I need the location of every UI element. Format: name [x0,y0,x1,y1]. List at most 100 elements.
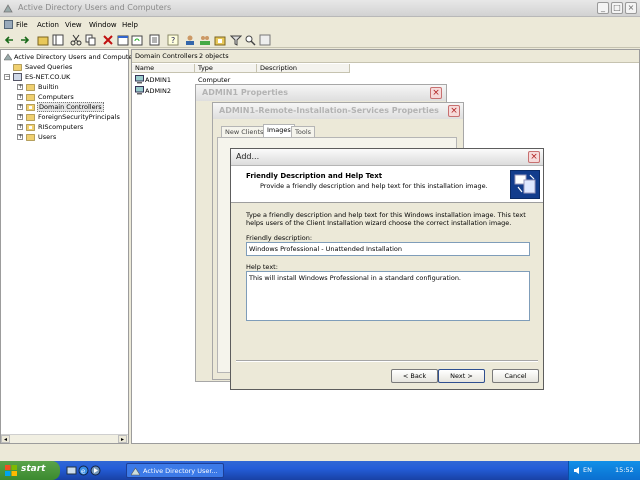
tree-root-label: Active Directory Users and Computers [14,53,139,61]
expand-icon[interactable]: + [17,124,23,130]
refresh-icon[interactable] [131,34,143,46]
clock[interactable]: 15:52 [615,466,634,474]
cut-icon[interactable] [70,34,82,46]
internet-explorer-icon[interactable]: e [78,465,89,476]
close-icon[interactable]: × [528,151,540,163]
list-item-type: Computer [198,76,231,84]
menu-file[interactable]: File [16,21,28,29]
expand-icon[interactable]: + [17,84,23,90]
computer-icon [135,86,144,95]
close-button[interactable]: × [625,2,637,14]
start-label: start [21,464,46,474]
wizard-header: Friendly Description and Help Text Provi… [231,166,543,203]
delete-icon[interactable] [102,34,114,46]
column-header-name[interactable]: Name [132,64,195,73]
add-image-dialog: Add... × Friendly Description and Help T… [230,148,544,390]
scroll-left-icon[interactable]: ◂ [1,435,10,443]
ou-folder-icon [26,104,35,111]
new-ou-icon[interactable] [214,34,226,46]
column-header-description[interactable]: Description [257,64,350,73]
expand-icon[interactable]: + [17,94,23,100]
language-indicator[interactable]: EN [583,466,592,474]
dialog-caption: ADMIN1 Properties × [196,85,446,101]
show-desktop-icon[interactable] [66,465,77,476]
menu-window[interactable]: Window [89,21,117,29]
button-separator [236,360,538,362]
help-icon[interactable]: ? [167,34,179,46]
back-arrow-icon[interactable] [4,34,16,46]
active-directory-icon [4,53,12,61]
properties-icon[interactable] [117,34,129,46]
tree-item-label: RIScomputers [38,123,84,131]
folder-icon [26,84,35,91]
help-text-label: Help text: [246,263,278,271]
folder-icon [26,94,35,101]
folder-icon [13,64,22,71]
tree-item-label: ES-NET.CO.UK [25,73,71,81]
expand-icon[interactable]: + [17,114,23,120]
list-item-name: ADMIN2 [145,87,171,95]
next-button[interactable]: Next > [438,369,485,383]
filter-icon[interactable] [230,34,242,46]
friendly-description-input[interactable] [246,242,530,256]
copy-icon[interactable] [85,34,97,46]
wizard-header-title: Friendly Description and Help Text [246,172,383,180]
forward-arrow-icon[interactable] [18,34,30,46]
active-directory-icon [131,467,140,476]
menu-help[interactable]: Help [122,21,138,29]
media-player-icon[interactable] [90,465,101,476]
tree-item-label: ForeignSecurityPrincipals [38,113,120,121]
tree-item-label: Computers [38,93,74,101]
maximize-button[interactable]: □ [611,2,623,14]
windows-flag-icon [5,465,17,476]
toolbar: ? [0,32,640,48]
new-user-icon[interactable] [184,34,196,46]
back-button[interactable]: < Back [391,369,438,383]
tab-tools[interactable]: Tools [291,126,316,137]
tree-item-label: Users [38,133,57,141]
list-item-name: ADMIN1 [145,76,171,84]
help-text-input[interactable]: This will install Windows Professional i… [246,271,530,321]
cancel-button[interactable]: Cancel [492,369,539,383]
computer-icon [135,75,144,84]
close-icon[interactable]: × [430,87,442,99]
svg-text:?: ? [171,36,175,45]
volume-icon[interactable] [573,466,581,475]
add-to-group-icon[interactable] [259,34,271,46]
main-title-bar: Active Directory Users and Computers _ □… [0,0,640,17]
expand-icon[interactable]: + [17,134,23,140]
find-icon[interactable] [244,34,256,46]
close-icon[interactable]: × [448,105,460,117]
dialog-caption: Add... × [231,149,543,166]
menu-action[interactable]: Action [37,21,59,29]
up-folder-icon[interactable] [37,34,49,46]
pane-header: Domain Controllers 2 objects [132,50,639,63]
menu-bar: File Action View Window Help [0,18,640,32]
domain-icon [13,73,22,81]
console-tree: Active Directory Users and Computers Sav… [0,49,138,444]
tab-images[interactable]: Images [263,124,295,137]
instructions-text: Type a friendly description and help tex… [246,211,526,227]
scroll-right-icon[interactable]: ▸ [118,435,127,443]
dialog-title: ADMIN1 Properties [202,88,288,97]
dialog-title: ADMIN1-Remote-Installation-Services Prop… [219,106,439,115]
taskbar-item-active-directory[interactable]: Active Directory User... [126,463,224,478]
menu-view[interactable]: View [65,21,82,29]
ou-folder-icon [26,124,35,131]
minimize-button[interactable]: _ [597,2,609,14]
active-directory-icon [3,4,13,13]
system-tray: EN 15:52 [568,461,640,480]
tree-horizontal-scrollbar[interactable]: ◂ ▸ [1,434,128,443]
column-header-type[interactable]: Type [195,64,257,73]
new-group-icon[interactable] [199,34,211,46]
dialog-title: Add... [236,152,260,161]
friendly-description-label: Friendly description: [246,234,313,242]
svg-text:e: e [81,468,85,476]
expand-icon[interactable]: + [17,104,23,110]
start-button[interactable]: start [0,461,60,480]
taskbar-item-label: Active Directory User... [143,467,218,475]
export-list-icon[interactable] [149,34,161,46]
collapse-icon[interactable]: − [4,74,10,80]
tab-new-clients[interactable]: New Clients [221,126,268,137]
show-tree-icon[interactable] [52,34,64,46]
